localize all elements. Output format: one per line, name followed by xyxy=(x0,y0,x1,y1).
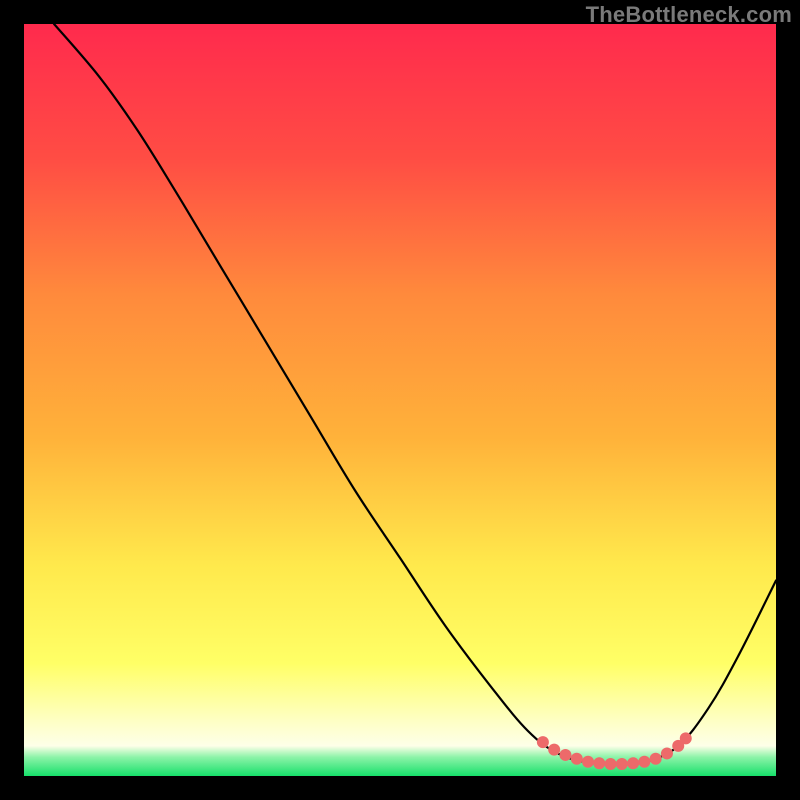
optimal-marker xyxy=(605,758,617,770)
plot-svg xyxy=(24,24,776,776)
optimal-marker xyxy=(616,758,628,770)
optimal-marker xyxy=(582,756,594,768)
optimal-marker xyxy=(650,753,662,765)
optimal-marker xyxy=(661,747,673,759)
optimal-marker xyxy=(593,757,605,769)
gradient-bg xyxy=(24,24,776,776)
optimal-marker xyxy=(638,756,650,768)
chart-frame: TheBottleneck.com xyxy=(0,0,800,800)
plot-area xyxy=(24,24,776,776)
optimal-marker xyxy=(680,732,692,744)
optimal-marker xyxy=(571,753,583,765)
optimal-marker xyxy=(627,757,639,769)
watermark-text: TheBottleneck.com xyxy=(586,2,792,28)
optimal-marker xyxy=(548,744,560,756)
optimal-marker xyxy=(537,736,549,748)
optimal-marker xyxy=(559,749,571,761)
